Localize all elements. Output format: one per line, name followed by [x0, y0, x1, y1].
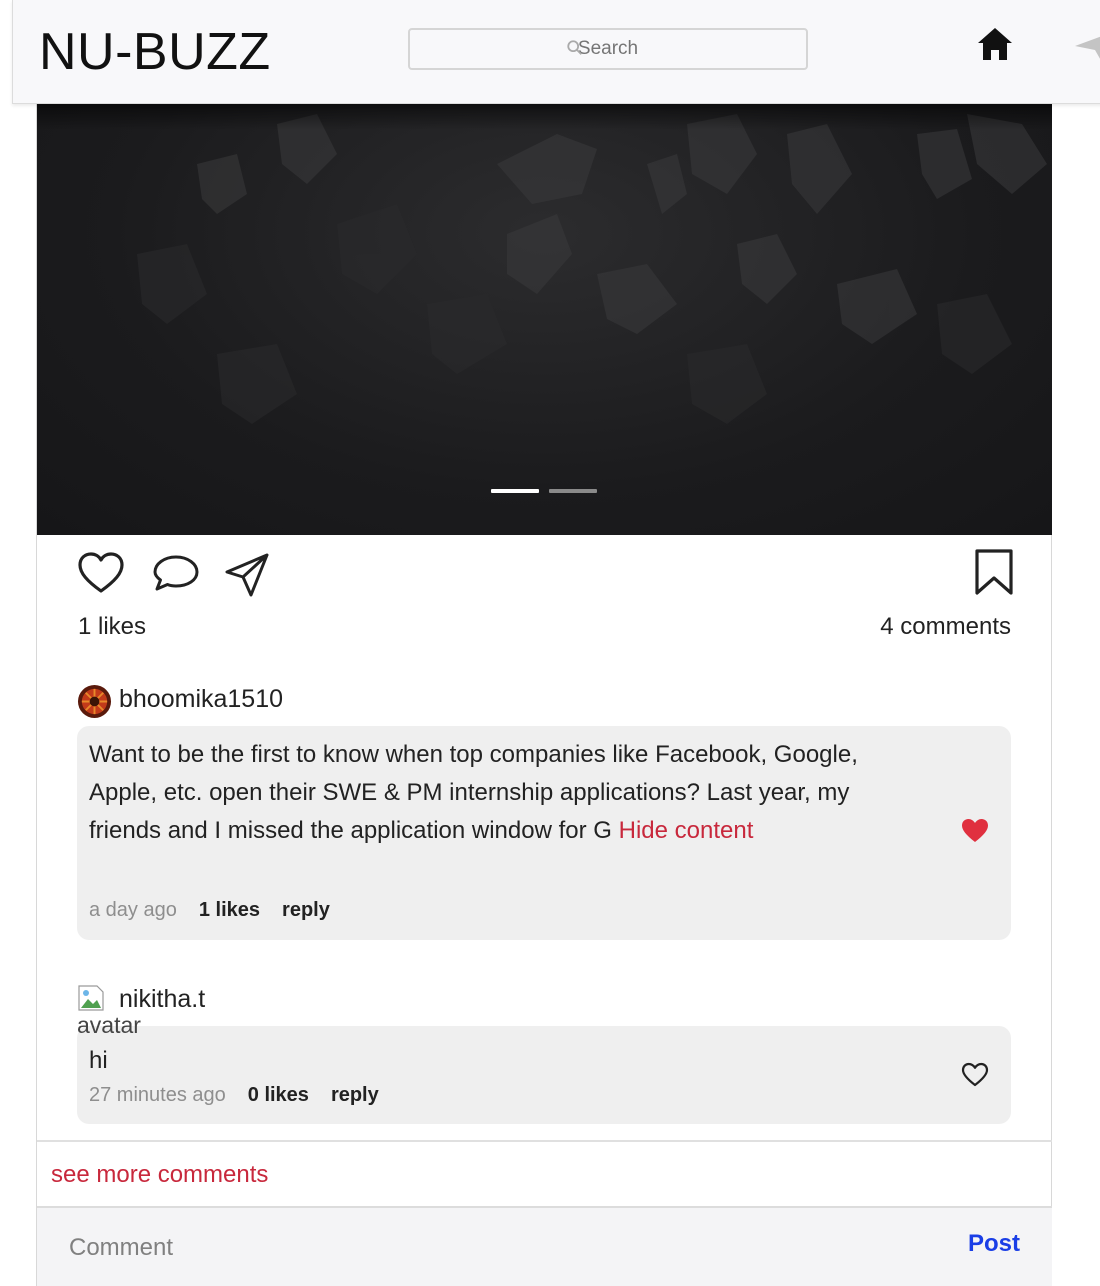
comment-username[interactable]: bhoomika1510: [119, 685, 283, 714]
carousel-indicator-1[interactable]: [491, 489, 539, 493]
avatar-alt-text: avatar: [77, 1012, 141, 1038]
heart-filled-icon[interactable]: [961, 818, 989, 844]
carousel-indicator-2[interactable]: [549, 489, 597, 493]
rock-texture-image: [37, 104, 1052, 535]
reply-button[interactable]: reply: [331, 1084, 379, 1106]
post-image-carousel[interactable]: [37, 104, 1052, 535]
comment-icon[interactable]: [152, 553, 200, 593]
comment-meta: 27 minutes ago 0 likes reply: [89, 1084, 379, 1107]
comment-meta: a day ago 1 likes reply: [89, 899, 330, 922]
share-icon[interactable]: [223, 552, 271, 598]
post-card: 1 likes 4 comments bhoomika1510 Want to …: [36, 104, 1052, 1286]
comment-bubble: Want to be the first to know when top co…: [77, 726, 1011, 940]
reply-button[interactable]: reply: [282, 899, 330, 921]
avatar[interactable]: [77, 684, 112, 719]
post-likes-count[interactable]: 1 likes: [78, 613, 146, 641]
comment-time: 27 minutes ago: [89, 1084, 226, 1106]
divider: [37, 1140, 1052, 1142]
comment-username[interactable]: nikitha.t: [119, 985, 205, 1014]
search-input[interactable]: [408, 28, 808, 70]
brand-logo[interactable]: NU-BUZZ: [39, 22, 271, 82]
broken-image-icon[interactable]: [77, 984, 105, 1012]
comment-likes[interactable]: 0 likes: [248, 1084, 309, 1106]
heart-outline-icon[interactable]: [961, 1062, 989, 1088]
comment-time: a day ago: [89, 899, 177, 921]
see-more-comments-link[interactable]: see more comments: [51, 1161, 268, 1189]
bookmark-icon[interactable]: [973, 548, 1015, 596]
post-comments-count[interactable]: 4 comments: [880, 613, 1011, 641]
search-icon: [567, 40, 582, 55]
comment-text: hi: [89, 1047, 108, 1074]
post-comment-button[interactable]: Post: [968, 1230, 1020, 1258]
comment-likes[interactable]: 1 likes: [199, 899, 260, 921]
comment-input[interactable]: [69, 1230, 869, 1266]
home-icon[interactable]: [974, 24, 1016, 64]
top-navbar: NU-BUZZ: [12, 0, 1100, 104]
send-icon[interactable]: [1073, 28, 1100, 66]
comment-bubble: hi 27 minutes ago 0 likes reply: [77, 1026, 1011, 1124]
comment-composer: Post: [37, 1206, 1052, 1286]
comment-text: Want to be the first to know when top co…: [89, 736, 909, 850]
heart-outline-icon[interactable]: [77, 551, 125, 595]
hide-content-link[interactable]: Hide content: [619, 817, 754, 844]
